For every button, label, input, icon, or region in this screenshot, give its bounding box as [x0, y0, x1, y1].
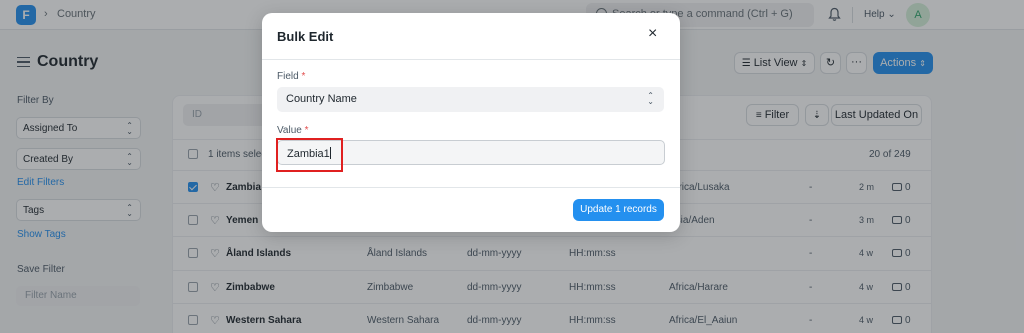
required-mark: * [304, 125, 309, 136]
required-mark: * [301, 71, 306, 82]
value-label: Value * [277, 125, 309, 136]
dialog-title: Bulk Edit [277, 29, 334, 44]
bulk-edit-dialog: Bulk Edit × Field * Country Name ⌃ ⌄ Valu… [262, 13, 680, 232]
close-icon[interactable]: × [648, 26, 657, 42]
highlight-box [276, 138, 343, 172]
field-select[interactable]: Country Name ⌃ ⌄ [277, 87, 664, 112]
update-records-button[interactable]: Update 1 records [573, 199, 664, 221]
dialog-divider [262, 59, 680, 60]
field-label-text: Field [277, 71, 299, 82]
field-label: Field * [277, 71, 305, 82]
dialog-footer-divider [262, 187, 680, 188]
value-label-text: Value [277, 125, 302, 136]
field-select-value: Country Name [286, 93, 357, 105]
chevron-updown-icon: ⌃ ⌄ [647, 91, 654, 106]
